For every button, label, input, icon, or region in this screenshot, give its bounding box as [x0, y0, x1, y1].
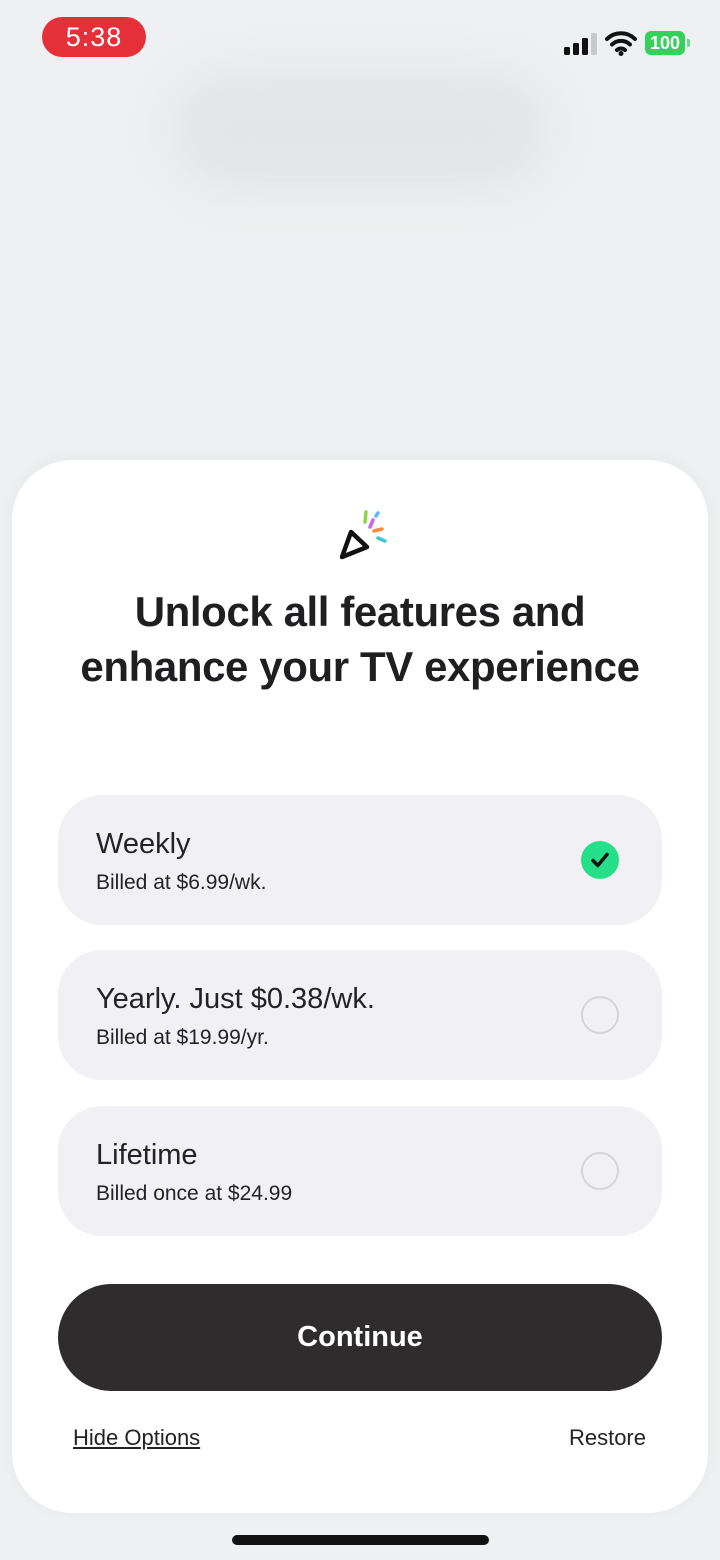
paywall-headline: Unlock all features and enhance your TV …	[80, 588, 640, 690]
blurred-background-content	[170, 70, 550, 190]
hide-options-link[interactable]: Hide Options	[73, 1424, 200, 1452]
unselected-radio-icon[interactable]	[581, 996, 619, 1034]
paywall-sheet: Unlock all features and enhance your TV …	[12, 460, 708, 1513]
plan-price: Billed at $6.99/wk.	[96, 871, 267, 894]
unselected-radio-icon[interactable]	[581, 1152, 619, 1190]
wifi-icon	[605, 31, 637, 56]
continue-button[interactable]: Continue	[58, 1284, 662, 1391]
plan-option-lifetime[interactable]: Lifetime Billed once at $24.99	[58, 1106, 662, 1236]
plan-option-weekly[interactable]: Weekly Billed at $6.99/wk.	[58, 795, 662, 925]
restore-link[interactable]: Restore	[569, 1424, 646, 1452]
play-confetti-icon	[339, 510, 387, 560]
plan-title: Yearly. Just $0.38/wk.	[96, 983, 375, 1015]
plan-option-yearly[interactable]: Yearly. Just $0.38/wk. Billed at $19.99/…	[58, 950, 662, 1080]
cellular-signal-icon	[564, 33, 597, 55]
selected-check-icon[interactable]	[581, 841, 619, 879]
plan-title: Lifetime	[96, 1139, 198, 1171]
plan-price: Billed at $19.99/yr.	[96, 1026, 269, 1049]
battery-level: 100	[645, 31, 685, 55]
battery-indicator: 100	[645, 31, 691, 55]
status-bar: 5:38 100	[0, 0, 720, 80]
plan-price: Billed once at $24.99	[96, 1182, 293, 1205]
checkmark-icon	[591, 852, 609, 868]
home-indicator[interactable]	[232, 1535, 489, 1545]
plan-title: Weekly	[96, 828, 191, 860]
status-time: 5:38	[42, 17, 146, 57]
battery-cap	[687, 39, 690, 47]
